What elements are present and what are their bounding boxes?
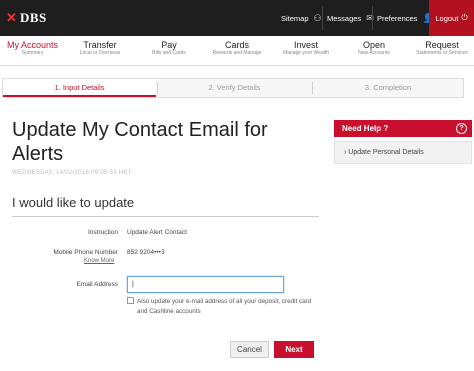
nav-title: My Accounts xyxy=(6,40,59,50)
dbs-logo-icon: ✕ xyxy=(6,10,17,25)
mobile-label: Mobile Phone Number xyxy=(53,249,118,256)
power-icon: ⏻ xyxy=(461,13,468,22)
need-help-header[interactable]: Need Help ? ? xyxy=(334,120,472,137)
nav-subtitle: Local or Overseas xyxy=(79,50,121,56)
nav-subtitle: Summary xyxy=(21,50,44,56)
page-title: Update My Contact Email for Alerts xyxy=(12,119,268,165)
chevron-right-icon: › xyxy=(344,149,347,156)
nav-title: Open xyxy=(362,40,386,50)
update-all-accounts-checkbox[interactable] xyxy=(127,297,134,304)
preferences-label: Preferences xyxy=(377,13,418,23)
section-divider xyxy=(12,216,319,217)
nav-my-accounts[interactable]: My Accounts Summary xyxy=(4,40,61,57)
next-button[interactable]: Next xyxy=(274,341,314,358)
nav-subtitle: Rewards and Manage xyxy=(212,50,262,56)
nav-open[interactable]: Open New Accounts xyxy=(347,40,401,57)
instruction-value: Update Alert Contact xyxy=(127,229,187,236)
checkbox-label: Also update your e-mail address of all y… xyxy=(137,298,312,315)
help-item-label: Update Personal Details xyxy=(348,149,424,156)
nav-pay[interactable]: Pay Bills and Cards xyxy=(141,40,197,57)
nav-subtitle: Bills and Cards xyxy=(152,50,186,56)
help-icon: ? xyxy=(456,123,467,134)
nav-request[interactable]: Request Statements or Services xyxy=(412,40,472,57)
messages-label: Messages xyxy=(327,13,362,23)
email-input[interactable]: | xyxy=(127,276,284,293)
nav-transfer[interactable]: Transfer Local or Overseas xyxy=(72,40,128,57)
progress-steps: 1. Input Details 2. Verify Details 3. Co… xyxy=(2,78,464,98)
sitemap-link[interactable]: Sitemap ⚇ xyxy=(281,0,322,36)
sitemap-icon: ⚇ xyxy=(313,12,322,23)
instruction-label: Instruction xyxy=(88,229,118,236)
nav-subtitle: Manage your Wealth xyxy=(282,50,330,56)
nav-invest[interactable]: Invest Manage your Wealth xyxy=(276,40,336,57)
brand-name: DBS xyxy=(20,10,47,25)
main-navigation: My Accounts Summary Transfer Local or Ov… xyxy=(0,36,474,66)
nav-title: Transfer xyxy=(83,40,117,50)
step-input-details: 1. Input Details xyxy=(3,79,156,97)
need-help-title: Need Help ? xyxy=(342,124,389,133)
section-title: I would like to update xyxy=(12,195,135,210)
nav-title: Cards xyxy=(224,40,249,50)
know-more-link[interactable]: Know More xyxy=(84,258,114,264)
nav-subtitle: Statements or Services xyxy=(416,50,468,56)
step-verify-details: 2. Verify Details xyxy=(208,83,261,92)
preferences-link[interactable]: Preferences 👤 xyxy=(377,0,434,36)
update-personal-details-link[interactable]: › Update Personal Details xyxy=(334,141,472,164)
divider xyxy=(372,6,373,30)
step-completion: 3. Completion xyxy=(364,83,412,92)
divider xyxy=(322,6,323,30)
nav-title: Request xyxy=(425,40,459,50)
nav-cards[interactable]: Cards Rewards and Manage xyxy=(208,40,266,57)
messages-link[interactable]: Messages ✉ xyxy=(327,0,374,36)
logout-button[interactable]: Logout ⏻ xyxy=(429,0,474,36)
logout-label: Logout xyxy=(435,13,459,23)
cancel-button[interactable]: Cancel xyxy=(230,341,269,358)
email-label: Email Address xyxy=(76,281,118,288)
dbs-logo[interactable]: ✕ DBS xyxy=(6,9,47,27)
nav-title: Invest xyxy=(293,40,318,50)
top-bar: ✕ DBS Sitemap ⚇ Messages ✉ Preferences 👤… xyxy=(0,0,474,36)
nav-title: Pay xyxy=(161,40,177,50)
timestamp: WEDNESDAY, 14/02/2018 09:05:53 HKT xyxy=(12,170,132,176)
nav-subtitle: New Accounts xyxy=(358,50,390,56)
mobile-value: 852 9204•••3 xyxy=(127,249,165,256)
sitemap-label: Sitemap xyxy=(281,13,309,23)
